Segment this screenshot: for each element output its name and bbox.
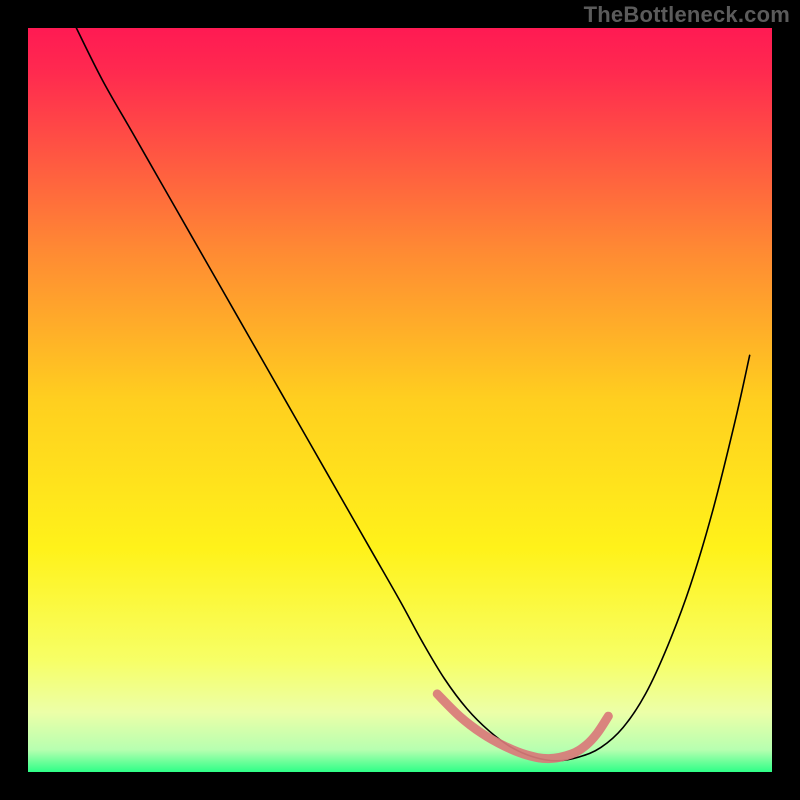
chart-background-gradient [28,28,772,772]
chart-plot-area [28,28,772,772]
chart-frame: TheBottleneck.com [0,0,800,800]
watermark-label: TheBottleneck.com [584,2,790,28]
chart-svg [28,28,772,772]
